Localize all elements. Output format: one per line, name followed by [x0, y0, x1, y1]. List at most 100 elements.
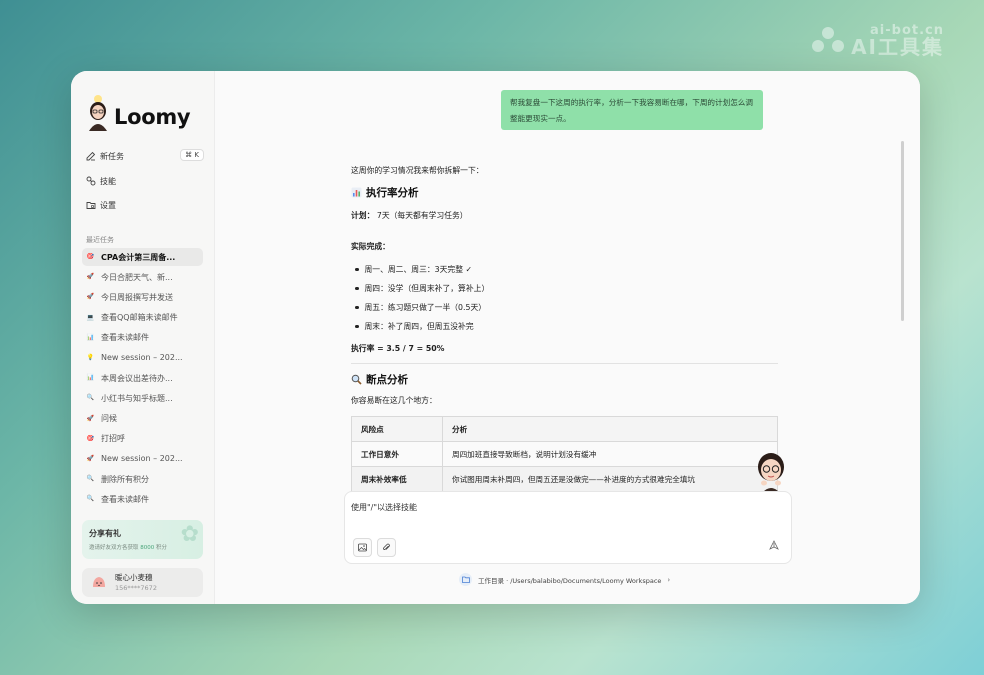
share-description: 邀请好友双方各获取 8000 积分: [89, 545, 168, 551]
paperclip-icon: [383, 543, 390, 550]
bar-chart-icon: [351, 187, 362, 198]
plan-line: 计划： 7天（每天都有学习任务）: [351, 211, 468, 220]
lightbulb-icon: 💡: [86, 353, 95, 361]
search-icon: 🔍: [86, 475, 95, 483]
rocket-icon: 🚀: [86, 414, 95, 422]
list-item: 周一、周二、周三：3天完整 ✓: [355, 260, 489, 279]
folder-icon: [459, 573, 472, 586]
progress-bullet-list: 周一、周二、周三：3天完整 ✓ 周四：没学（但周末补了，算补上） 周五：练习题只…: [355, 260, 489, 336]
share-title: 分享有礼: [89, 529, 121, 538]
gift-icon: ✿: [180, 522, 199, 547]
recent-task-list: 🎯 CPA会计第三周备... 🚀 今日合肥天气、新... 🚀 今日周报撰写并发送 💻 查…: [82, 248, 203, 510]
recent-task-item[interactable]: 🔍 查看未读邮件: [82, 490, 203, 508]
recent-task-item[interactable]: 🚀 今日合肥天气、新...: [82, 268, 203, 286]
recent-task-item[interactable]: 🚀 New session – 202...: [82, 450, 203, 468]
assistant-intro: 这周你的学习情况我来帮你拆解一下：: [351, 166, 484, 175]
recent-task-label: New session – 202...: [101, 454, 183, 464]
recent-task-item[interactable]: 🎯 CPA会计第三周备...: [82, 248, 203, 266]
recent-task-item[interactable]: 📊 查看未读邮件: [82, 329, 203, 347]
recent-task-label: CPA会计第三周备...: [101, 252, 176, 262]
share-reward-card[interactable]: ✿ 分享有礼 邀请好友双方各获取 8000 积分: [82, 520, 203, 559]
loomy-avatar-logo-icon: [89, 95, 107, 131]
section-heading-execution: 执行率分析: [351, 185, 419, 200]
recent-task-item[interactable]: 📊 本周会议出差待办...: [82, 369, 203, 387]
app-window: Loomy 新任务 ⌘ K 技能 设置 最近任务 🎯 CPA会计第三周备... 🚀…: [71, 71, 920, 604]
skills-icon: [86, 176, 96, 186]
recent-task-item[interactable]: 🚀 问候: [82, 410, 203, 428]
target-icon: 🎯: [86, 434, 95, 442]
list-item: 周四：没学（但周末补了，算补上）: [355, 279, 489, 298]
chevron-right-icon: ›: [667, 575, 671, 584]
recent-task-item[interactable]: 🚀 今日周报撰写并发送: [82, 288, 203, 306]
recent-task-item[interactable]: 🔍 删除所有积分: [82, 470, 203, 488]
settings-label: 设置: [100, 200, 116, 210]
scrollbar[interactable]: [901, 141, 904, 321]
share-points: 8000: [140, 545, 155, 551]
recent-task-label: 本周会议出差待办...: [101, 373, 173, 383]
sidebar: Loomy 新任务 ⌘ K 技能 设置 最近任务 🎯 CPA会计第三周备... 🚀…: [71, 71, 215, 604]
target-icon: 🎯: [86, 253, 95, 260]
send-icon[interactable]: [769, 540, 779, 550]
table-cell: 周四加班直接导致断档，说明计划没有缓冲: [442, 441, 778, 467]
rocket-icon: 🚀: [86, 293, 95, 301]
recent-task-item[interactable]: 💻 查看QQ邮箱未读邮件: [82, 309, 203, 327]
folder-settings-icon: [86, 202, 96, 209]
composer-input[interactable]: 使用"/"以选择技能: [351, 502, 417, 513]
recent-task-item[interactable]: 💡 New session – 202...: [82, 349, 203, 367]
watermark-name: AI工具集: [851, 35, 944, 59]
execution-rate: 执行率 = 3.5 / 7 = 50%: [351, 344, 445, 353]
user-avatar-icon: [93, 577, 105, 587]
watermark: ai-bot.cn AI工具集: [812, 24, 944, 59]
recent-task-label: 查看未读邮件: [101, 333, 149, 343]
recent-task-label: New session – 202...: [101, 353, 183, 363]
risk-table: 风险点 分析 工作日意外 周四加班直接导致断档，说明计划没有缓冲 周末补效率低 …: [351, 416, 778, 492]
recent-task-label: 问候: [101, 414, 117, 423]
app-name: Loomy: [114, 105, 191, 129]
magnifier-icon: [351, 374, 362, 385]
prone-intro: 你容易断在这几个地方：: [351, 396, 437, 405]
section-heading-breakpoints: 断点分析: [351, 372, 408, 387]
recent-task-label: 小红书与知乎标题...: [101, 393, 173, 403]
table-header: 分析: [442, 416, 778, 442]
recent-task-label: 今日合肥天气、新...: [101, 272, 173, 282]
table-header-row: 风险点 分析: [351, 416, 778, 442]
recent-task-label: 今日周报撰写并发送: [101, 292, 173, 302]
new-task-shortcut: ⌘ K: [180, 149, 204, 161]
edit-icon: [86, 151, 96, 161]
attach-file-button[interactable]: [377, 538, 396, 557]
rocket-icon: 🚀: [86, 273, 95, 281]
table-cell: 周末补效率低: [351, 466, 443, 492]
workspace-path: 工作目录 · /Users/balabibo/Documents/Loomy W…: [478, 576, 662, 585]
user-phone: 156****7672: [115, 584, 157, 592]
recent-task-label: 查看未读邮件: [101, 494, 149, 504]
skills-button[interactable]: 技能: [86, 172, 204, 190]
table-cell: 你试图用周末补周四，但周五还是没做完——补进度的方式很难完全填坑: [442, 466, 778, 492]
chat-area: 帮我复盘一下这周的执行率，分析一下我容易断在哪，下周的计划怎么调整能更现实一点。…: [215, 71, 920, 604]
user-name: 暖心小麦穗: [115, 573, 153, 582]
new-task-button[interactable]: 新任务 ⌘ K: [86, 147, 204, 165]
recent-task-label: 删除所有积分: [101, 474, 149, 484]
image-icon: [358, 543, 367, 552]
chart-icon: 📊: [86, 333, 95, 341]
recent-task-item[interactable]: 🔍 小红书与知乎标题...: [82, 389, 203, 407]
workspace-path-button[interactable]: 工作目录 · /Users/balabibo/Documents/Loomy W…: [459, 573, 670, 586]
image-upload-button[interactable]: [353, 538, 372, 557]
recent-task-label: 查看QQ邮箱未读邮件: [101, 313, 178, 323]
search-icon: 🔍: [86, 394, 95, 402]
watermark-logo-icon: [812, 27, 845, 52]
rocket-icon: 🚀: [86, 454, 95, 462]
settings-button[interactable]: 设置: [86, 196, 204, 214]
chart-icon: 📊: [86, 374, 95, 382]
divider: [351, 363, 778, 364]
recent-task-label: 打招呼: [101, 434, 125, 444]
actual-done-label: 实际完成：: [351, 242, 390, 251]
user-profile-card[interactable]: 暖心小麦穗 156****7672: [82, 568, 203, 597]
search-icon: 🔍: [86, 495, 95, 503]
message-composer[interactable]: 使用"/"以选择技能: [344, 491, 792, 564]
list-item: 周五：练习题只做了一半（0.5天）: [355, 298, 489, 317]
table-header: 风险点: [351, 416, 443, 442]
recent-task-item[interactable]: 🎯 打招呼: [82, 430, 203, 448]
table-cell: 工作日意外: [351, 441, 443, 467]
table-row: 周末补效率低 你试图用周末补周四，但周五还是没做完——补进度的方式很难完全填坑: [351, 466, 778, 492]
computer-icon: 💻: [86, 313, 95, 321]
